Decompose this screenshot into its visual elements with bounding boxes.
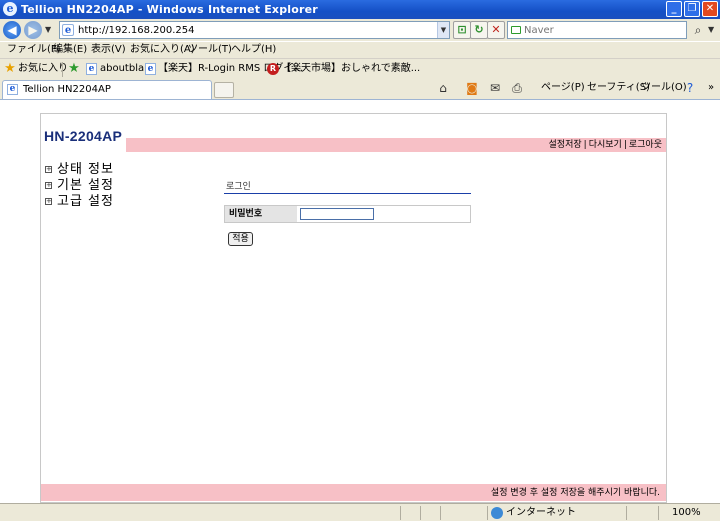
page-icon: e — [62, 24, 74, 36]
new-tab-button[interactable] — [214, 82, 234, 98]
address-bar[interactable]: e http://192.168.200.254 ▼ — [59, 21, 450, 39]
reload-link[interactable]: 다시보기 — [589, 140, 622, 150]
search-box[interactable] — [507, 21, 687, 39]
menu-help[interactable]: ヘルプ(H) — [231, 44, 276, 56]
address-dropdown-icon[interactable]: ▼ — [437, 22, 449, 38]
close-button[interactable]: ✕ — [702, 1, 718, 17]
help-icon[interactable]: ? — [683, 81, 697, 95]
nav-item-label[interactable]: 기본 설정 — [57, 178, 114, 194]
home-icon[interactable]: ⌂ — [436, 81, 450, 95]
address-url[interactable]: http://192.168.200.254 — [78, 24, 195, 37]
favorites-button[interactable]: お気に入り — [18, 63, 68, 75]
tab-label: Tellion HN2204AP — [23, 84, 111, 95]
favorite-link-rakuten-market[interactable]: 【楽天市場】おしゃれで素敵... — [281, 63, 420, 75]
footer-message: 설정 변경 후 설정 저장을 해주시기 바랍니다. — [490, 488, 660, 498]
tools-menu[interactable]: ツール(O) — [641, 82, 687, 94]
divider — [440, 506, 441, 520]
page-icon: e — [145, 63, 156, 75]
search-icon[interactable]: ⌕ — [690, 22, 706, 38]
page-icon: e — [86, 63, 97, 75]
rakuten-icon: R — [267, 63, 279, 75]
page-title: HN-2204AP — [44, 128, 123, 144]
search-input[interactable] — [524, 23, 684, 37]
tab-bar: e Tellion HN2204AP ⌂ ◙ ✉ ⎙ ページ(P) セーフティ(… — [0, 79, 720, 99]
ie-logo-icon: e — [3, 2, 17, 16]
more-commands-button[interactable]: » — [708, 82, 714, 94]
search-provider-icon — [511, 26, 521, 34]
nav-item-label[interactable]: 상태 정보 — [57, 162, 114, 178]
expand-icon[interactable]: + — [45, 198, 52, 205]
expand-icon[interactable]: + — [45, 166, 52, 173]
login-form: 로그인 비밀번호 적용 — [224, 181, 471, 246]
mail-icon[interactable]: ✉ — [488, 81, 502, 95]
password-field[interactable] — [300, 208, 374, 220]
navigation-bar: ◀ ▶ ▼ e http://192.168.200.254 ▼ ⊡ ↻ ✕ ⌕… — [0, 19, 720, 41]
security-zone[interactable]: インターネット — [506, 506, 576, 519]
divider — [420, 506, 421, 520]
window-title: Tellion HN2204AP - Windows Internet Expl… — [21, 3, 318, 16]
menu-favorites[interactable]: お気に入り(A) — [130, 44, 195, 56]
window-titlebar: e Tellion HN2204AP - Windows Internet Ex… — [0, 0, 720, 19]
divider — [487, 506, 488, 520]
forward-button[interactable]: ▶ — [24, 21, 42, 39]
menu-view[interactable]: 表示(V) — [91, 44, 126, 56]
footer-band: 설정 변경 후 설정 저장을 해주시기 바랍니다. — [41, 484, 666, 501]
divider — [658, 506, 659, 520]
status-bar: インターネット 100% — [0, 503, 720, 521]
divider — [400, 506, 401, 520]
save-settings-link[interactable]: 설정저장 — [549, 140, 582, 150]
web-content: HN-2204AP 설정저장 | 다시보기 | 로그아웃 + 상태 정보 + 기본 설정… — [0, 99, 720, 503]
feeds-icon[interactable]: ◙ — [465, 81, 479, 95]
print-icon[interactable]: ⎙ — [510, 81, 524, 95]
password-row: 비밀번호 — [224, 205, 471, 223]
refresh-icon[interactable]: ↻ — [470, 21, 488, 39]
menu-edit[interactable]: 編集(E) — [53, 44, 87, 56]
apply-button[interactable]: 적용 — [228, 232, 253, 246]
nav-item-label[interactable]: 고급 설정 — [57, 194, 114, 210]
divider — [62, 62, 63, 77]
add-favorite-icon[interactable]: ★ — [67, 62, 81, 76]
zoom-level[interactable]: 100% — [672, 506, 701, 519]
page-menu[interactable]: ページ(P) — [541, 82, 585, 94]
password-label: 비밀번호 — [225, 206, 297, 222]
back-button[interactable]: ◀ — [3, 21, 21, 39]
history-dropdown-icon[interactable]: ▼ — [45, 26, 53, 34]
login-title: 로그인 — [224, 181, 471, 194]
minimize-button[interactable]: _ — [666, 1, 682, 17]
page-icon: e — [7, 84, 18, 95]
favorites-bar: ★ お気に入り ★ e aboutblank e 【楽天】R-Login RMS… — [0, 58, 720, 79]
divider — [626, 506, 627, 520]
favorites-star-icon[interactable]: ★ — [3, 62, 17, 76]
logout-link[interactable]: 로그아웃 — [629, 140, 662, 150]
router-page: HN-2204AP 설정저장 | 다시보기 | 로그아웃 + 상태 정보 + 기본 설정… — [40, 113, 667, 503]
menu-tools[interactable]: ツール(T) — [188, 44, 232, 56]
expand-icon[interactable]: + — [45, 182, 52, 189]
tab-tellion[interactable]: e Tellion HN2204AP — [2, 80, 212, 99]
compatibility-view-icon[interactable]: ⊡ — [453, 21, 471, 39]
menu-bar: ファイル(F) 編集(E) 表示(V) お気に入り(A) ツール(T) ヘルプ(… — [0, 41, 720, 58]
header-links: 설정저장 | 다시보기 | 로그아웃 — [548, 140, 662, 150]
restore-button[interactable]: ❐ — [684, 1, 700, 17]
internet-zone-icon — [491, 507, 503, 519]
search-options-icon[interactable]: ▼ — [708, 26, 716, 34]
stop-icon[interactable]: ✕ — [487, 21, 505, 39]
header-band: 설정저장 | 다시보기 | 로그아웃 — [126, 138, 666, 152]
